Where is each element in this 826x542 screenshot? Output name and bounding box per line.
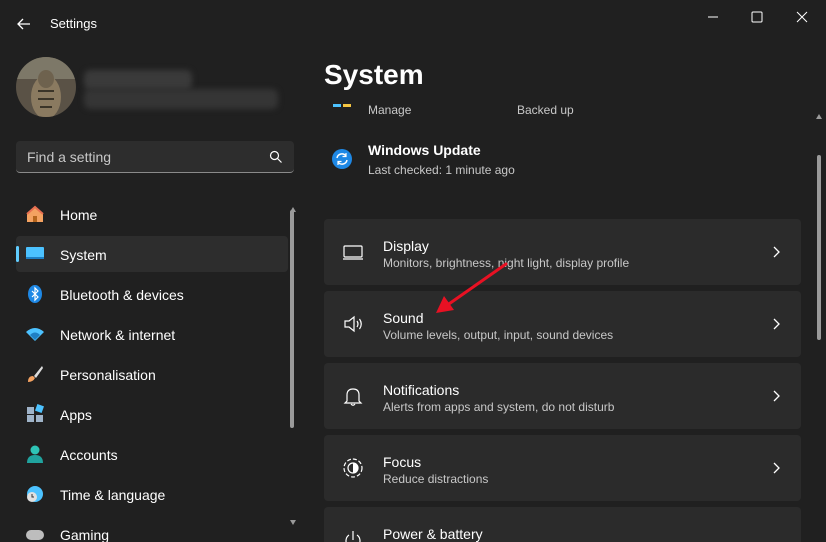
sidebar-item-label: Network & internet	[60, 327, 176, 343]
sidebar-item-bluetooth[interactable]: Bluetooth & devices	[16, 276, 288, 312]
sidebar-scroll-thumb[interactable]	[290, 210, 294, 428]
card-title: Display	[383, 238, 429, 254]
chevron-right-icon	[773, 318, 780, 330]
bluetooth-icon	[28, 285, 42, 303]
focus-icon	[343, 458, 363, 478]
card-title: Notifications	[383, 382, 460, 398]
sidebar-item-label: Personalisation	[60, 367, 156, 383]
apps-icon	[27, 404, 44, 422]
sidebar-item-label: Accounts	[60, 447, 118, 463]
sidebar-item-label: Time & language	[60, 487, 166, 503]
chevron-right-icon	[773, 462, 780, 474]
sidebar-item-home[interactable]: Home	[16, 196, 288, 232]
home-icon	[26, 205, 44, 222]
avatar[interactable]	[16, 57, 76, 117]
minimize-button[interactable]	[690, 6, 736, 28]
system-icon	[26, 247, 44, 259]
selection-indicator	[16, 246, 19, 262]
sidebar-item-label: Apps	[60, 407, 92, 423]
sidebar-item-label: System	[60, 247, 107, 263]
sidebar-item-gaming[interactable]: Gaming	[16, 516, 288, 542]
onedrive-icon	[333, 104, 351, 107]
card-title: Power & battery	[383, 526, 483, 542]
card-title: Sound	[383, 310, 424, 326]
main-scroll-thumb[interactable]	[817, 155, 821, 340]
sidebar-item-personalisation[interactable]: Personalisation	[16, 356, 288, 392]
maximize-button[interactable]	[734, 6, 780, 28]
sidebar-item-apps[interactable]: Apps	[16, 396, 288, 432]
close-button[interactable]	[779, 6, 825, 28]
backup-status: Backed up	[517, 103, 574, 117]
search-placeholder: Find a setting	[27, 149, 112, 165]
chevron-right-icon	[773, 246, 780, 258]
card-subtitle: Reduce distractions	[383, 472, 489, 486]
brush-icon	[28, 366, 43, 382]
power-battery-card[interactable]: Power & battery	[324, 507, 801, 542]
speaker-icon	[344, 315, 362, 333]
card-title: Focus	[383, 454, 422, 470]
app-title: Settings	[50, 16, 97, 31]
search-input[interactable]: Find a setting	[16, 141, 294, 173]
windows-update-status: Last checked: 1 minute ago	[368, 163, 515, 177]
sidebar-item-time-language[interactable]: Time & language	[16, 476, 288, 512]
annotation-arrow	[436, 262, 508, 313]
wifi-icon	[26, 328, 44, 341]
notifications-card[interactable]: Notifications Alerts from apps and syste…	[324, 363, 801, 429]
windows-update-title[interactable]: Windows Update	[368, 142, 481, 158]
bell-icon	[343, 388, 363, 406]
windows-update-icon	[332, 149, 352, 169]
profile-email-redacted	[84, 89, 278, 109]
card-subtitle: Volume levels, output, input, sound devi…	[383, 328, 614, 342]
chevron-right-icon	[773, 390, 780, 402]
search-icon[interactable]	[269, 150, 283, 164]
power-icon	[345, 531, 361, 542]
card-subtitle: Alerts from apps and system, do not dist…	[383, 400, 615, 414]
manage-link[interactable]: Manage	[368, 103, 411, 117]
sidebar-item-network[interactable]: Network & internet	[16, 316, 288, 352]
sidebar-item-label: Home	[60, 207, 98, 223]
sound-card[interactable]: Sound Volume levels, output, input, soun…	[324, 291, 801, 357]
back-arrow-icon[interactable]	[13, 13, 35, 35]
gamepad-icon	[26, 530, 44, 540]
person-icon	[27, 445, 43, 463]
sidebar-item-accounts[interactable]: Accounts	[16, 436, 288, 472]
sidebar-item-label: Gaming	[60, 527, 110, 542]
profile-name-redacted	[84, 70, 192, 90]
focus-card[interactable]: Focus Reduce distractions	[324, 435, 801, 501]
sidebar-item-system[interactable]: System	[16, 236, 288, 272]
sidebar-item-label: Bluetooth & devices	[60, 287, 184, 303]
clock-globe-icon	[27, 486, 43, 502]
monitor-icon	[343, 245, 363, 260]
display-card[interactable]: Display Monitors, brightness, night ligh…	[324, 219, 801, 285]
page-title: System	[324, 59, 424, 90]
